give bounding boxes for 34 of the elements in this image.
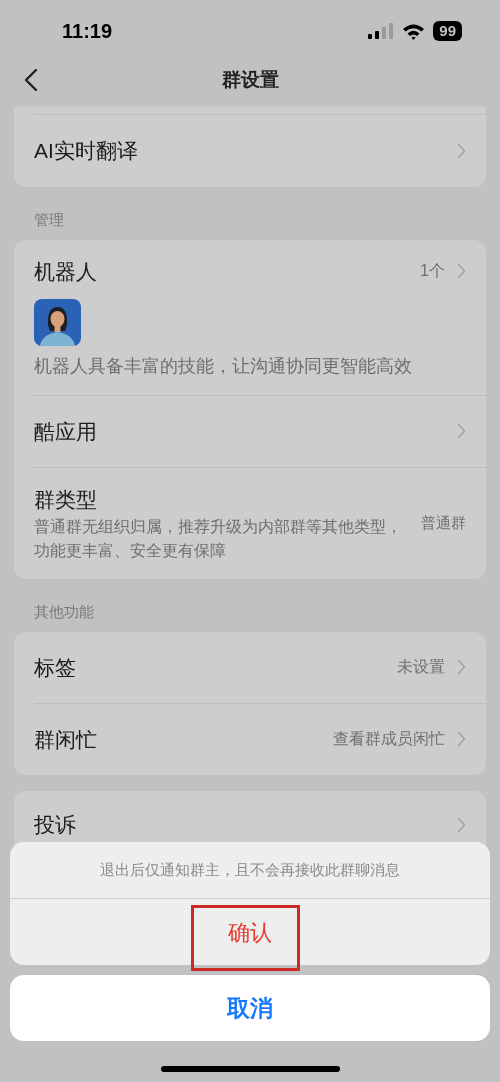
row-label: 机器人 — [34, 258, 97, 285]
row-description: 机器人具备丰富的技能，让沟通协同更智能高效 — [34, 355, 413, 378]
row-value: 未设置 — [397, 657, 445, 678]
page-title: 群设置 — [221, 67, 279, 92]
sheet-message: 退出后仅通知群主，且不会再接收此群聊消息 — [100, 859, 400, 880]
row-description: 普通群无组织归属，推荐升级为内部群等其他类型，功能更丰富、安全更有保障 — [34, 517, 403, 562]
row-label: 标签 — [34, 654, 76, 681]
bot-avatar — [34, 299, 81, 346]
section-header: 其他功能 — [33, 602, 95, 623]
chevron-right-icon — [457, 816, 466, 833]
chevron-right-icon — [457, 731, 466, 748]
row-value: 1个 — [420, 261, 445, 282]
row-label: 群类型 — [34, 486, 98, 513]
row-label: 群闲忙 — [34, 726, 97, 753]
chevron-right-icon — [457, 423, 466, 440]
battery-indicator: 99 — [433, 21, 462, 41]
chevron-right-icon — [457, 143, 466, 159]
confirm-button[interactable]: 确认 — [208, 909, 292, 955]
back-icon[interactable] — [24, 68, 38, 92]
cancel-button[interactable]: 取消 — [10, 975, 490, 1041]
settings-row[interactable]: 群闲忙 查看群成员闲忙 — [14, 703, 486, 775]
row-value: 查看群成员闲忙 — [333, 729, 445, 750]
signal-icon — [368, 23, 395, 39]
chevron-right-icon — [457, 263, 466, 280]
wifi-icon — [402, 22, 426, 40]
row-value: 普通群 — [421, 513, 466, 534]
chevron-right-icon — [457, 659, 466, 676]
row-label: AI实时翻译 — [34, 138, 138, 165]
settings-row[interactable]: 标签 未设置 — [14, 631, 486, 703]
row-label: 酷应用 — [34, 418, 97, 445]
settings-row[interactable]: 酷应用 — [14, 395, 486, 467]
status-time: 11:19 — [62, 19, 113, 44]
section-header: 管理 — [33, 210, 65, 230]
row-label: 投诉 — [34, 811, 76, 838]
